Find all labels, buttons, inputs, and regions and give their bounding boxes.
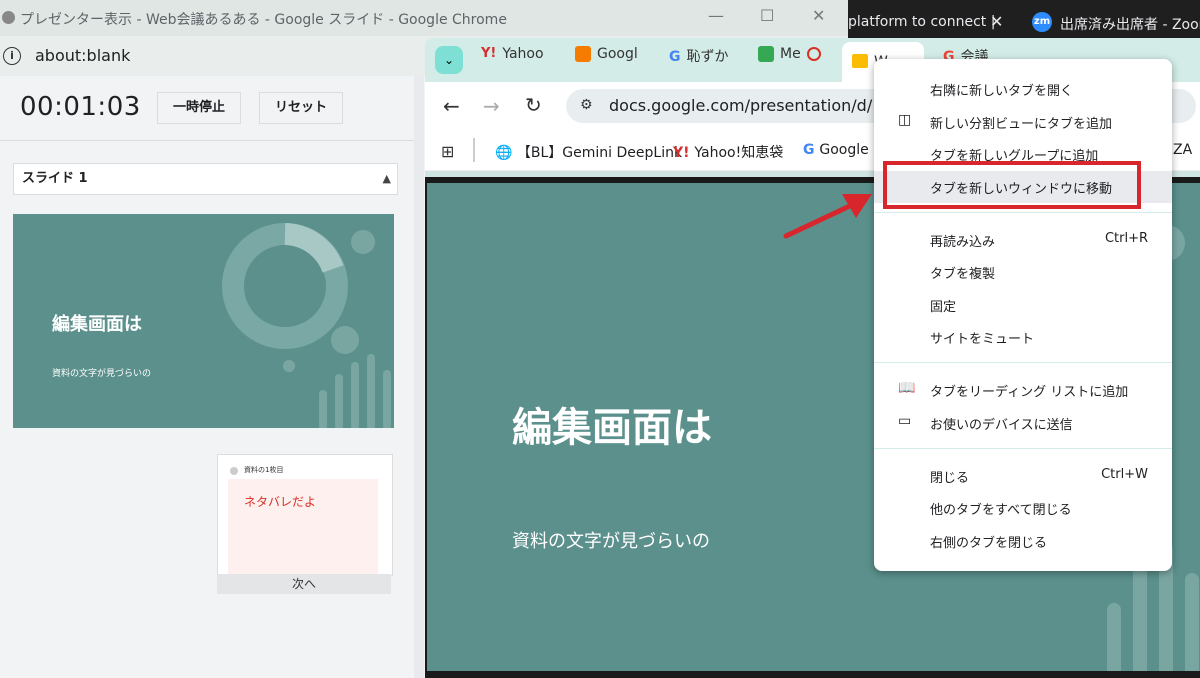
zoom-icon: zm bbox=[1032, 12, 1052, 32]
menu-item-label: 閉じる bbox=[930, 471, 970, 486]
site-settings-icon[interactable]: ⚙ bbox=[580, 97, 593, 113]
menu-item-pin[interactable]: 固定 bbox=[874, 289, 1172, 321]
menu-item-close-right[interactable]: 右側のタブを閉じる bbox=[874, 525, 1172, 557]
yahoo-icon: Y! bbox=[673, 145, 695, 161]
next-button[interactable]: 次へ bbox=[217, 574, 391, 594]
current-slide-subtitle: 資料の文字が見づらいの bbox=[52, 369, 152, 379]
menu-item-label: 右側のタブを閉じる bbox=[930, 536, 1048, 551]
apps-grid-icon[interactable]: ⊞ bbox=[441, 142, 454, 161]
menu-item-label: タブを複製 bbox=[930, 267, 996, 282]
bookmark-yahoo-chiebukuro[interactable]: Y! Yahoo!知恵袋 bbox=[673, 142, 783, 162]
annotation-arrow-icon bbox=[783, 194, 872, 239]
slide-select[interactable]: スライド 1 ▲ bbox=[13, 163, 398, 195]
next-slide-doc: ネタバレだよ bbox=[228, 479, 378, 575]
bookmark-za[interactable]: ZA bbox=[1173, 142, 1192, 158]
meet-icon bbox=[758, 46, 774, 62]
main-slide-title: 編集画面は bbox=[512, 405, 712, 451]
menu-separator bbox=[874, 212, 1172, 213]
background-tab-platform[interactable]: platform to connect | bbox=[848, 14, 995, 30]
slides-icon bbox=[852, 54, 868, 68]
tab-meet[interactable]: Me bbox=[758, 46, 821, 74]
slide-select-value: スライド 1 bbox=[22, 171, 88, 186]
next-slide-text: ネタバレだよ bbox=[244, 495, 317, 509]
yahoo-icon: Y! bbox=[481, 46, 497, 61]
current-slide-title: 編集画面は bbox=[52, 314, 142, 335]
bookmark-label: Yahoo!知恵袋 bbox=[694, 145, 784, 161]
tab-label: Me bbox=[780, 46, 801, 62]
pause-button[interactable]: 一時停止 bbox=[157, 92, 241, 124]
omnibox-url: docs.google.com/presentation/d/1yll bbox=[609, 96, 901, 115]
tab-yahoo[interactable]: Y! Yahoo bbox=[481, 46, 544, 74]
presenter-panel: 00:01:03 一時停止 リセット スライド 1 ▲ 編集画面は 資料の文字が… bbox=[0, 76, 414, 678]
menu-separator bbox=[874, 362, 1172, 363]
tab-label: Yahoo bbox=[502, 46, 544, 62]
divider bbox=[0, 140, 414, 141]
back-icon[interactable]: ← bbox=[443, 94, 460, 118]
globe-icon: 🌐 bbox=[495, 145, 517, 161]
bookmark-label: 【BL】Gemini DeepLink bbox=[516, 145, 683, 161]
blogger-icon bbox=[575, 46, 591, 62]
menu-item-label: 再読み込み bbox=[930, 235, 996, 250]
presenter-window-title: プレゼンター表示 - Web会議あるある - Google スライド - Goo… bbox=[20, 12, 507, 28]
menu-separator bbox=[874, 448, 1172, 449]
menu-item-reading-list[interactable]: 📖 タブをリーディング リストに追加 bbox=[874, 374, 1172, 406]
minimize-icon[interactable]: — bbox=[708, 6, 724, 25]
close-window-icon[interactable]: ✕ bbox=[812, 6, 825, 25]
presenter-title-bar: プレゼンター表示 - Web会議あるある - Google スライド - Goo… bbox=[0, 0, 848, 36]
timer: 00:01:03 bbox=[20, 92, 141, 122]
menu-item-label: お使いのデバイスに送信 bbox=[930, 418, 1073, 433]
menu-item-label: タブをリーディング リストに追加 bbox=[930, 385, 1129, 400]
bookmark-google[interactable]: G Google bbox=[803, 142, 869, 158]
tab-label: 恥ずか bbox=[686, 49, 729, 65]
recording-icon bbox=[806, 47, 821, 61]
tab-label: Googl bbox=[597, 46, 638, 62]
reload-icon[interactable]: ↻ bbox=[525, 93, 542, 117]
bookmark-gemini[interactable]: 🌐 【BL】Gemini DeepLink bbox=[495, 142, 682, 162]
select-arrows-icon: ▲ bbox=[382, 172, 391, 185]
main-slide-subtitle: 資料の文字が見づらいの bbox=[512, 531, 710, 552]
reading-list-icon: 📖 bbox=[898, 380, 916, 396]
menu-item-label: 新しい分割ビューにタブを追加 bbox=[930, 117, 1113, 132]
menu-item-add-split-view[interactable]: ◫ 新しい分割ビューにタブを追加 bbox=[874, 106, 1172, 138]
tab-google[interactable]: G 恥ずか bbox=[669, 46, 729, 74]
menu-item-close[interactable]: 閉じる Ctrl+W bbox=[874, 460, 1172, 492]
reset-button[interactable]: リセット bbox=[259, 92, 343, 124]
highlight-box bbox=[883, 161, 1141, 209]
menu-item-label: 他のタブをすべて閉じる bbox=[930, 503, 1072, 518]
google-icon: G bbox=[803, 142, 820, 158]
forward-icon[interactable]: → bbox=[483, 94, 500, 118]
close-icon[interactable]: ✕ bbox=[990, 12, 1003, 31]
maximize-icon[interactable]: ☐ bbox=[760, 6, 774, 25]
next-slide-preview[interactable]: 資料の1枚目 ネタバレだよ bbox=[217, 454, 393, 576]
menu-item-reload[interactable]: 再読み込み Ctrl+R bbox=[874, 224, 1172, 256]
menu-item-label: 固定 bbox=[930, 300, 957, 315]
chrome-icon bbox=[2, 11, 15, 24]
menu-item-new-tab-right[interactable]: 右隣に新しいタブを開く bbox=[874, 73, 1172, 105]
bookmarks-divider bbox=[473, 138, 475, 162]
panel-splitter[interactable] bbox=[414, 76, 424, 678]
menu-item-send-to-devices[interactable]: ▭ お使いのデバイスに送信 bbox=[874, 407, 1172, 439]
menu-item-label: サイトをミュート bbox=[930, 332, 1035, 347]
next-slide-heading: 資料の1枚目 bbox=[244, 466, 284, 474]
devices-icon: ▭ bbox=[898, 413, 912, 429]
current-slide-thumbnail: 編集画面は 資料の文字が見づらいの bbox=[13, 214, 394, 428]
menu-item-shortcut: Ctrl+W bbox=[1101, 467, 1148, 482]
tab-context-menu: 右隣に新しいタブを開く ◫ 新しい分割ビューにタブを追加 タブを新しいグループに追… bbox=[874, 59, 1172, 571]
background-tab-zoom[interactable]: 出席済み出席者 - Zoom bbox=[1060, 14, 1200, 34]
google-icon: G bbox=[669, 49, 681, 65]
bullet-icon bbox=[230, 467, 238, 475]
presenter-url[interactable]: about:blank bbox=[35, 46, 130, 65]
bookmark-label: Google bbox=[819, 142, 869, 158]
split-view-icon: ◫ bbox=[898, 112, 912, 128]
menu-item-label: 右隣に新しいタブを開く bbox=[930, 84, 1074, 99]
menu-item-mute-site[interactable]: サイトをミュート bbox=[874, 321, 1172, 353]
menu-item-shortcut: Ctrl+R bbox=[1104, 231, 1148, 246]
menu-item-duplicate[interactable]: タブを複製 bbox=[874, 256, 1172, 288]
menu-item-close-others[interactable]: 他のタブをすべて閉じる bbox=[874, 492, 1172, 524]
tab-blogger[interactable]: Googl bbox=[575, 46, 638, 74]
tab-search-icon[interactable]: ⌄ bbox=[435, 46, 463, 74]
info-icon[interactable]: i bbox=[3, 47, 21, 65]
